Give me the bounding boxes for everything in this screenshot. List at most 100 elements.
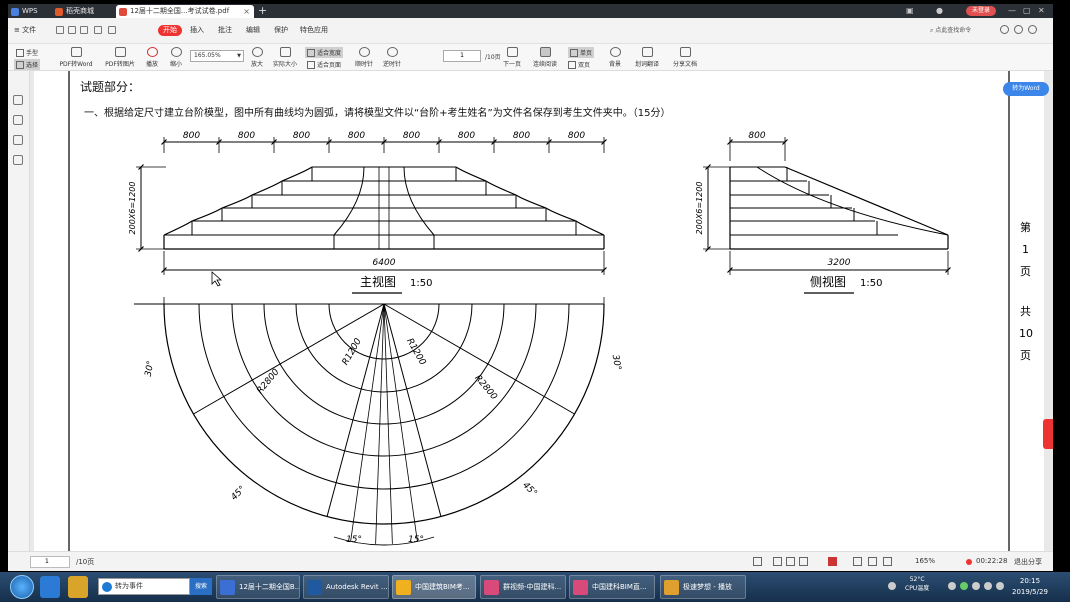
continuous-read-button[interactable]: 连续阅读 xyxy=(530,47,560,68)
arrow-right-icon xyxy=(506,47,518,57)
minimize-icon[interactable]: — xyxy=(1008,5,1016,17)
login-button[interactable]: 未登录 xyxy=(966,6,996,16)
rotate-cw-button[interactable]: 顺时针 xyxy=(352,47,376,68)
tab-pdf-document[interactable]: 12届十二期全国...考试试卷.pdf × xyxy=(116,5,254,18)
angle-45-left: 45° xyxy=(229,484,247,502)
tray-app-icon[interactable] xyxy=(948,582,956,590)
taskbar-search-button[interactable]: 搜索 xyxy=(190,578,212,595)
menu-edit[interactable]: 编辑 xyxy=(246,25,260,36)
ie-icon[interactable] xyxy=(40,576,60,598)
thumbnail-icon[interactable] xyxy=(13,95,23,105)
new-tab-button[interactable]: + xyxy=(258,4,267,18)
revit-icon xyxy=(307,580,322,595)
page-number-input[interactable]: 1 xyxy=(443,50,481,62)
bookmark-icon[interactable] xyxy=(13,115,23,125)
dimension-800: 800 xyxy=(513,131,530,141)
start-button[interactable] xyxy=(10,575,34,599)
fit-width-button[interactable]: 适合宽度 xyxy=(305,47,344,58)
zoom-select[interactable]: 165.05% ▼ xyxy=(190,50,244,62)
task-label: 中国建科BIM直... xyxy=(592,583,647,591)
pdf-to-word-button[interactable]: PDF转Word xyxy=(56,47,96,68)
undo-icon[interactable] xyxy=(108,26,116,34)
word-convert-icon xyxy=(70,47,82,57)
double-page-button[interactable]: 双页 xyxy=(568,60,590,69)
wps-icon xyxy=(220,580,235,595)
zoom-out-small-icon[interactable] xyxy=(883,557,892,566)
save-icon[interactable] xyxy=(56,26,64,34)
background-button[interactable]: 背景 xyxy=(605,47,625,68)
play-button[interactable]: 播放 xyxy=(142,47,162,68)
keyboard-icon[interactable] xyxy=(888,582,896,590)
menu-protect[interactable]: 保护 xyxy=(274,25,288,36)
double-view-icon[interactable] xyxy=(786,557,795,566)
menu-file-label: 文件 xyxy=(22,26,37,34)
open-icon[interactable] xyxy=(68,26,76,34)
network-icon[interactable] xyxy=(972,582,980,590)
tray-shield-icon[interactable] xyxy=(960,582,968,590)
zoom-in-button[interactable]: 放大 xyxy=(246,47,268,68)
book-view-icon[interactable] xyxy=(799,557,808,566)
settings-icon[interactable] xyxy=(1000,25,1009,34)
task-bim-exam[interactable]: 中国建筑BIM考... xyxy=(392,575,476,599)
fullscreen-icon[interactable] xyxy=(868,557,877,566)
tab-wps[interactable]: WPS xyxy=(8,5,48,18)
single-view-icon[interactable] xyxy=(773,557,782,566)
plan-radial-line xyxy=(193,303,385,415)
print-icon[interactable] xyxy=(80,26,88,34)
task-bim-live[interactable]: 中国建科BIM直... xyxy=(569,575,655,599)
folder-icon[interactable] xyxy=(68,576,88,598)
command-search-label: 点此查找命令 xyxy=(935,27,972,34)
skin-icon[interactable]: ▣ xyxy=(906,5,914,17)
task-wps[interactable]: 12届十二期全国B... xyxy=(216,575,300,599)
select-tool[interactable]: 选择 xyxy=(14,59,41,70)
menu-file[interactable]: ≡ 文件 xyxy=(14,25,36,36)
single-page-button[interactable]: 单页 xyxy=(568,47,595,58)
task-player[interactable]: 极速梦想 - 播放 xyxy=(660,575,746,599)
tab-store[interactable]: 稻壳商城 xyxy=(52,5,112,18)
play-slideshow-icon[interactable] xyxy=(828,557,837,566)
close-window-icon[interactable]: ✕ xyxy=(1038,5,1045,17)
close-tab-icon[interactable]: × xyxy=(243,5,250,18)
zoom-out-button[interactable]: 缩小 xyxy=(166,47,186,68)
image-convert-icon xyxy=(114,47,126,57)
menu-insert[interactable]: 插入 xyxy=(190,25,204,36)
help-icon[interactable] xyxy=(1014,25,1023,34)
menu-annotate[interactable]: 批注 xyxy=(218,25,232,36)
fit-icon[interactable] xyxy=(853,557,862,566)
plan-radial-line xyxy=(383,303,442,517)
status-page-input[interactable]: 1 xyxy=(30,556,70,568)
side-inner-curve xyxy=(756,166,949,236)
next-page-label: 下一页 xyxy=(502,61,521,68)
step-silhouette-right xyxy=(545,207,577,222)
command-search[interactable]: ⌕ 点此查找命令 xyxy=(930,25,971,35)
side-ad-tag[interactable] xyxy=(1043,419,1053,449)
avatar-icon[interactable]: ● xyxy=(936,5,943,17)
rotate-ccw-button[interactable]: 逆时针 xyxy=(380,47,404,68)
zoom-in-icon xyxy=(251,47,263,57)
maximize-icon[interactable]: ▢ xyxy=(1023,5,1031,17)
task-group-video[interactable]: 群视频-中国建科... xyxy=(480,575,566,599)
hand-tool[interactable]: 手型 xyxy=(16,48,38,57)
taskbar-search-input[interactable]: 转为事件 xyxy=(98,578,190,595)
annotation-icon[interactable] xyxy=(13,135,23,145)
menu-features[interactable]: 特色应用 xyxy=(300,25,328,36)
more-icon[interactable] xyxy=(1028,25,1037,34)
print-preview-icon[interactable] xyxy=(94,26,102,34)
next-page-button[interactable]: 下一页 xyxy=(500,47,524,68)
tab-bar: WPS 稻壳商城 12届十二期全国...考试试卷.pdf × + ▣ ● 未登录 … xyxy=(8,4,1053,18)
fit-page-button[interactable]: 适合页面 xyxy=(307,60,341,69)
eye-icon[interactable] xyxy=(753,557,762,566)
pdf-to-image-button[interactable]: PDF转图片 xyxy=(100,47,140,68)
share-button[interactable]: 分享文档 xyxy=(670,47,700,68)
volume-icon[interactable] xyxy=(984,582,992,590)
search-icon[interactable] xyxy=(13,155,23,165)
language-icon[interactable] xyxy=(996,582,1004,590)
convert-to-word-button[interactable]: 转为Word xyxy=(1003,82,1049,96)
task-revit[interactable]: Autodesk Revit ... xyxy=(303,575,389,599)
document-viewport[interactable]: 试题部分： 一、根据给定尺寸建立台阶模型，图中所有曲线均为圆弧，请将模型文件以“… xyxy=(30,71,1053,551)
exit-share-button[interactable]: 退出分享 xyxy=(1014,557,1042,567)
dimension-6400: 6400 xyxy=(373,258,396,268)
menu-start[interactable]: 开始 xyxy=(158,25,182,36)
translate-button[interactable]: 划词翻译 xyxy=(632,47,662,68)
actual-size-button[interactable]: 实际大小 xyxy=(270,47,300,68)
